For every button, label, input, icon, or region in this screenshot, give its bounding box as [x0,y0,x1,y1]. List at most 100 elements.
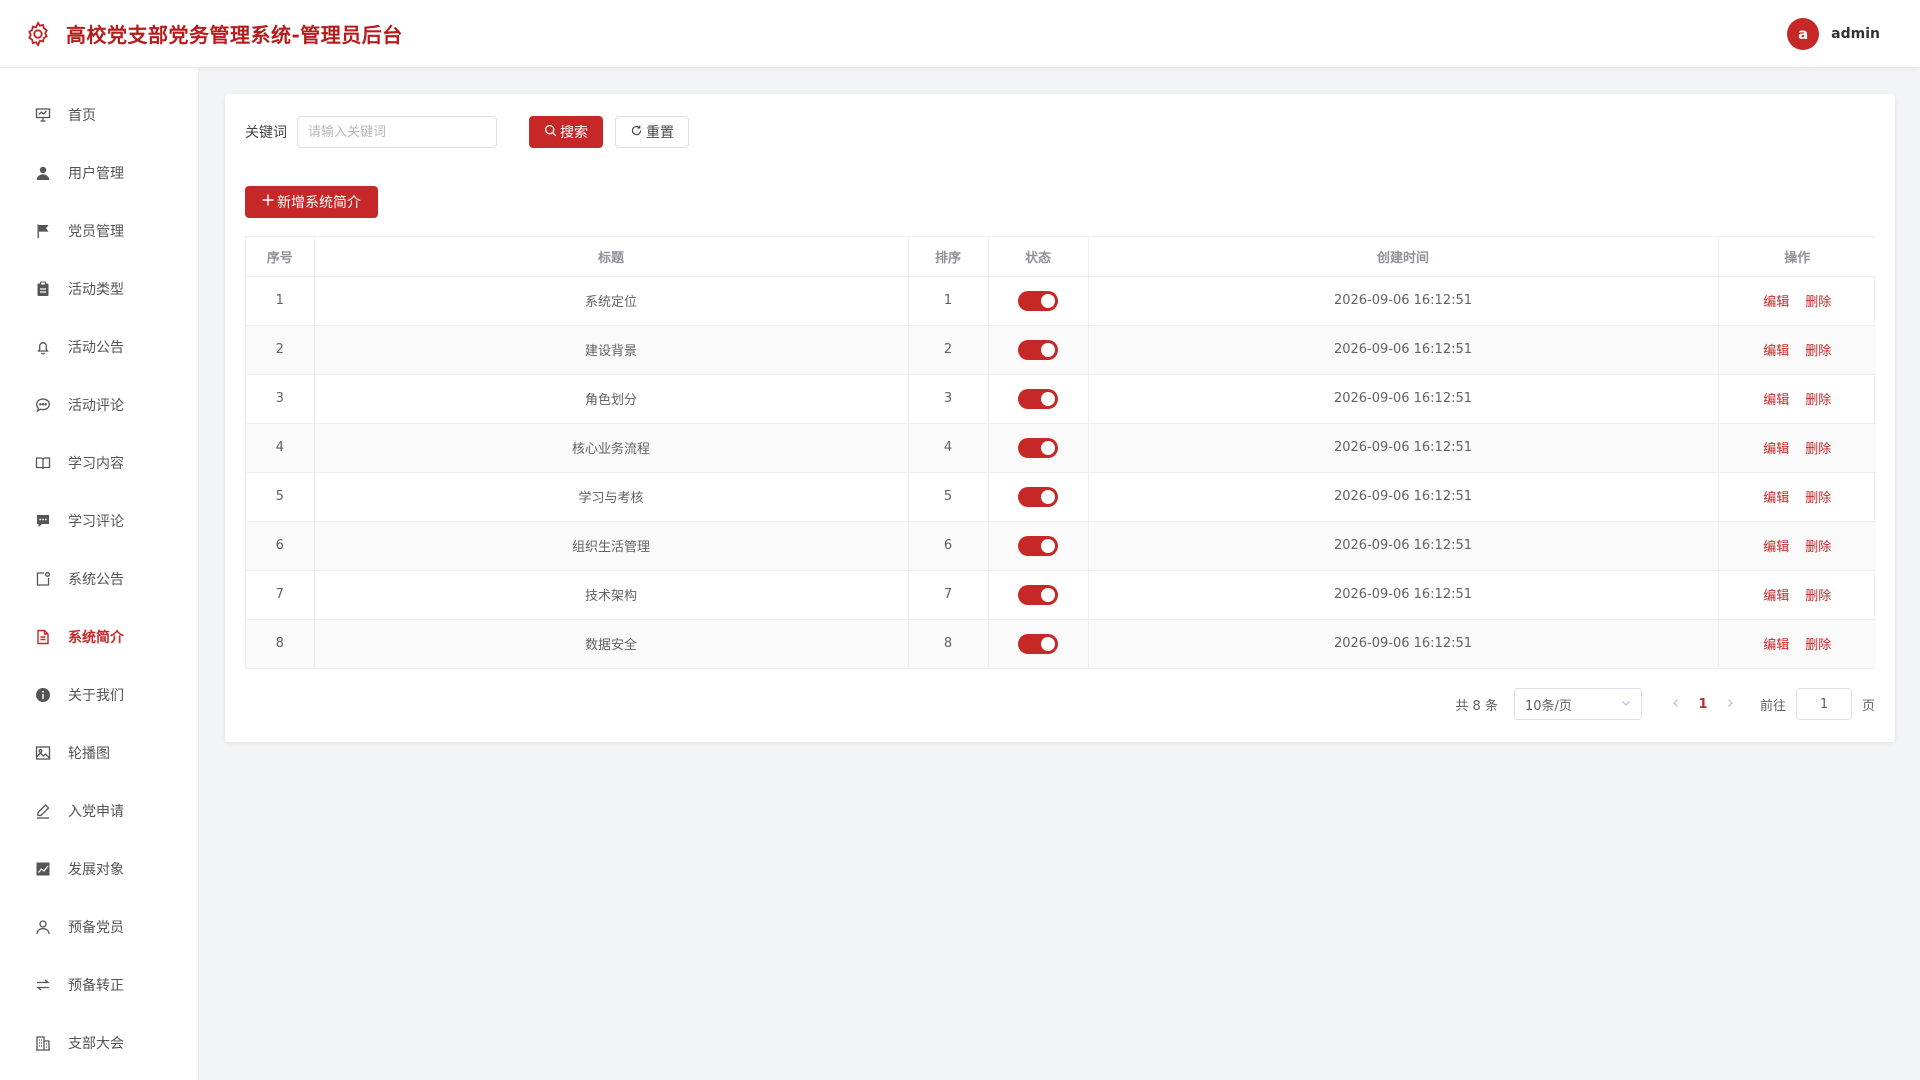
cell-status [988,521,1089,571]
edit-link[interactable]: 编辑 [1763,638,1789,653]
sidebar-item-13[interactable]: 发展对象 [0,840,198,898]
table-row: 6 组织生活管理 6 2026-09-06 16:12:51 编辑 删除 [246,521,1876,571]
cell-status [988,423,1089,473]
cell-title: 数据安全 [314,619,909,668]
delete-link[interactable]: 删除 [1805,295,1831,310]
table-row: 8 数据安全 8 2026-09-06 16:12:51 编辑 删除 [246,619,1876,668]
info-icon [34,686,52,704]
status-toggle[interactable] [1018,584,1058,605]
sidebar-item-label: 学习评论 [68,514,124,530]
table-row: 1 系统定位 1 2026-09-06 16:12:51 编辑 删除 [246,276,1876,326]
sidebar-item-1[interactable]: 用户管理 [0,144,198,202]
table-header-row: 序号 标题 排序 状态 创建时间 操作 [246,237,1876,277]
sidebar-item-12[interactable]: 入党申请 [0,782,198,840]
user-menu[interactable]: a admin [1787,17,1880,50]
sidebar-item-3[interactable]: 活动类型 [0,260,198,318]
cell-actions: 编辑 删除 [1718,374,1876,424]
sidebar-item-5[interactable]: 活动评论 [0,376,198,434]
cell-created: 2026-09-06 16:12:51 [1088,423,1719,473]
sidebar-item-4[interactable]: 活动公告 [0,318,198,376]
status-toggle[interactable] [1018,633,1058,654]
cell-sort: 7 [908,570,989,620]
gear-icon [24,20,52,48]
cell-index: 2 [246,325,315,375]
status-toggle[interactable] [1018,290,1058,311]
sidebar-item-0[interactable]: 首页 [0,86,198,144]
sidebar-item-label: 入党申请 [68,804,124,820]
page-size-select[interactable]: 10条/页 [1513,688,1642,720]
sidebar-item-9[interactable]: 系统简介 [0,608,198,666]
status-toggle[interactable] [1018,486,1058,507]
add-intro-button[interactable]: 新增系统简介 [245,186,378,218]
status-toggle[interactable] [1018,437,1058,458]
sidebar-item-8[interactable]: 系统公告 [0,550,198,608]
edit-link[interactable]: 编辑 [1763,589,1789,604]
sidebar-item-label: 支部大会 [68,1036,124,1052]
presentation-icon [34,106,52,124]
cell-actions: 编辑 删除 [1718,570,1876,620]
column-header: 排序 [908,237,989,277]
username[interactable]: admin [1831,26,1880,42]
column-header: 标题 [314,237,909,277]
sidebar-item-6[interactable]: 学习内容 [0,434,198,492]
plus-icon [262,194,274,210]
cell-actions: 编辑 删除 [1718,325,1876,375]
sidebar-item-11[interactable]: 轮播图 [0,724,198,782]
keyword-label: 关键词 [245,125,287,141]
edit-link[interactable]: 编辑 [1763,442,1789,457]
intro-table: 序号 标题 排序 状态 创建时间 操作 1 系统定位 1 2026-09-06 16:12:51… [245,236,1876,669]
edit-link[interactable]: 编辑 [1763,295,1789,310]
app-title: 高校党支部党务管理系统-管理员后台 [66,23,403,47]
cell-sort: 3 [908,374,989,424]
avatar[interactable]: a [1787,17,1820,50]
status-toggle[interactable] [1018,535,1058,556]
content-card: 关键词 搜索 重置 新增系统简介 序号标题排序状态创建时间操 [225,94,1895,742]
delete-link[interactable]: 删除 [1805,540,1831,555]
trend-chart-icon [34,860,52,878]
chevron-down-icon [1621,697,1631,712]
delete-link[interactable]: 删除 [1805,491,1831,506]
sidebar-item-7[interactable]: 学习评论 [0,492,198,550]
cell-index: 1 [246,276,315,326]
pagination: 共 8 条 10条/页 1 前往 页 [1455,688,1875,720]
sidebar: 首页用户管理 党员管理 活动类型 活动公告活动评论学习内容学习评论系统公告系统简介 关于… [0,68,199,1080]
cell-sort: 1 [908,276,989,326]
add-intro-button-label: 新增系统简介 [277,195,361,211]
reset-button[interactable]: 重置 [615,116,689,148]
sidebar-item-14[interactable]: 预备党员 [0,898,198,956]
cell-index: 6 [246,521,315,571]
cell-sort: 4 [908,423,989,473]
next-page-button[interactable] [1718,697,1742,712]
sidebar-item-label: 首页 [68,108,96,124]
delete-link[interactable]: 删除 [1805,442,1831,457]
page-number[interactable]: 1 [1688,697,1718,712]
edit-link[interactable]: 编辑 [1763,344,1789,359]
search-button[interactable]: 搜索 [529,116,603,148]
delete-link[interactable]: 删除 [1805,393,1831,408]
delete-link[interactable]: 删除 [1805,344,1831,359]
goto-label: 前往 [1759,698,1786,714]
sidebar-item-10[interactable]: 关于我们 [0,666,198,724]
edit-link[interactable]: 编辑 [1763,491,1789,506]
delete-link[interactable]: 删除 [1805,638,1831,653]
sidebar-item-label: 预备转正 [68,978,124,994]
cell-status [988,276,1089,326]
sidebar-item-label: 活动评论 [68,398,124,414]
status-toggle[interactable] [1018,388,1058,409]
sidebar-item-16[interactable]: 支部大会 [0,1014,198,1072]
sidebar-item-2[interactable]: 党员管理 [0,202,198,260]
top-header: 高校党支部党务管理系统-管理员后台 a admin [0,0,1920,68]
user-icon [34,164,52,182]
edit-link[interactable]: 编辑 [1763,540,1789,555]
edit-link[interactable]: 编辑 [1763,393,1789,408]
status-toggle[interactable] [1018,339,1058,360]
sidebar-item-15[interactable]: 预备转正 [0,956,198,1014]
goto-page-input[interactable] [1795,688,1852,720]
prev-page-button[interactable] [1664,697,1688,712]
document-icon [34,628,52,646]
keyword-input[interactable] [297,116,497,148]
delete-link[interactable]: 删除 [1805,589,1831,604]
cell-title: 角色划分 [314,374,909,424]
search-bar: 关键词 搜索 重置 [245,116,1875,148]
sidebar-item-label: 系统公告 [68,572,124,588]
